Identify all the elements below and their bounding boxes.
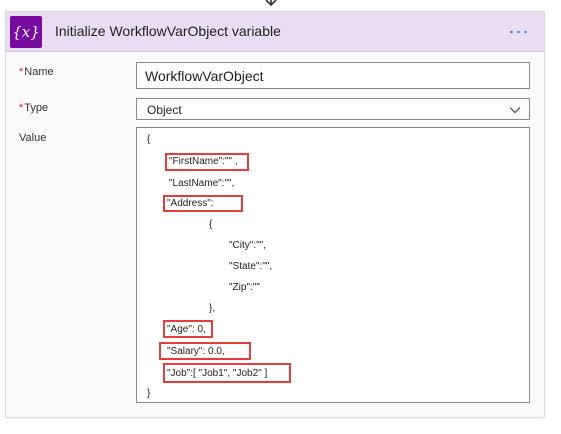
highlight-address — [163, 195, 243, 212]
value-label-text: Value — [19, 132, 47, 144]
type-label-text: Type — [24, 102, 49, 114]
highlight-job — [163, 363, 291, 383]
name-label-text: Name — [24, 66, 54, 78]
code-line: } — [147, 388, 151, 399]
name-input[interactable]: WorkflowVarObject — [136, 62, 530, 89]
code-line: "Zip":"" — [229, 282, 260, 293]
code-line: { — [147, 134, 151, 145]
code-line: { — [209, 219, 213, 230]
code-line: "LastName":"", — [169, 178, 235, 189]
type-select-value: Object — [147, 103, 182, 117]
value-label: Value — [19, 132, 46, 144]
highlight-salary — [159, 342, 251, 360]
type-select[interactable]: Object — [136, 98, 530, 120]
card-title[interactable]: Initialize WorkflowVarObject variable — [55, 23, 281, 39]
code-line: }, — [209, 303, 216, 314]
card-header[interactable]: {x} Initialize WorkflowVarObject variabl… — [6, 12, 544, 52]
highlight-age — [163, 320, 213, 338]
highlight-firstname — [165, 153, 249, 171]
type-label: *Type — [19, 102, 48, 114]
action-card: {x} Initialize WorkflowVarObject variabl… — [5, 11, 545, 418]
variable-icon: {x} — [10, 16, 42, 48]
required-mark: * — [19, 102, 24, 114]
arrow-down-icon — [265, 0, 277, 7]
chevron-down-icon — [509, 107, 521, 114]
code-line: "State":"", — [229, 261, 273, 272]
code-line: "City":"", — [229, 240, 266, 251]
required-mark: * — [19, 66, 24, 78]
more-options-button[interactable]: ··· — [506, 18, 532, 44]
name-label: *Name — [19, 66, 54, 78]
value-editor[interactable]: { "FirstName":"" , "LastName":"", "Addre… — [136, 127, 530, 403]
